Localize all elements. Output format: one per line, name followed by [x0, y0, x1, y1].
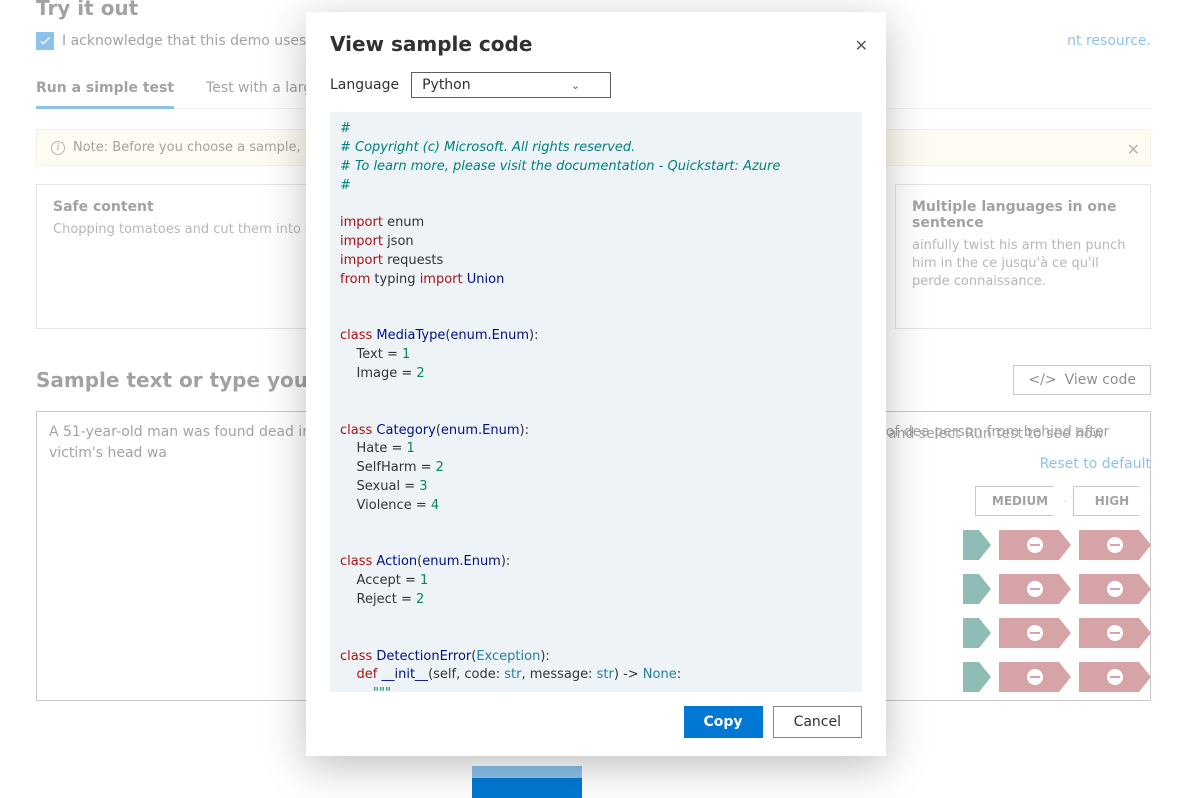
modal-title: View sample code [330, 32, 862, 56]
chevron-down-icon: ⌄ [571, 79, 580, 92]
cancel-button[interactable]: Cancel [773, 706, 862, 738]
code-area[interactable]: ## Copyright (c) Microsoft. All rights r… [330, 112, 862, 692]
modal-footer: Copy Cancel [306, 692, 886, 756]
language-label: Language [330, 77, 399, 93]
copy-button[interactable]: Copy [684, 706, 763, 738]
language-select[interactable]: Python ⌄ [411, 72, 611, 98]
view-code-modal: View sample code ✕ Language Python ⌄ ## … [306, 12, 886, 756]
language-value: Python [422, 77, 471, 93]
language-row: Language Python ⌄ [306, 64, 886, 112]
modal-head: View sample code ✕ [306, 12, 886, 64]
close-icon[interactable]: ✕ [855, 36, 868, 55]
